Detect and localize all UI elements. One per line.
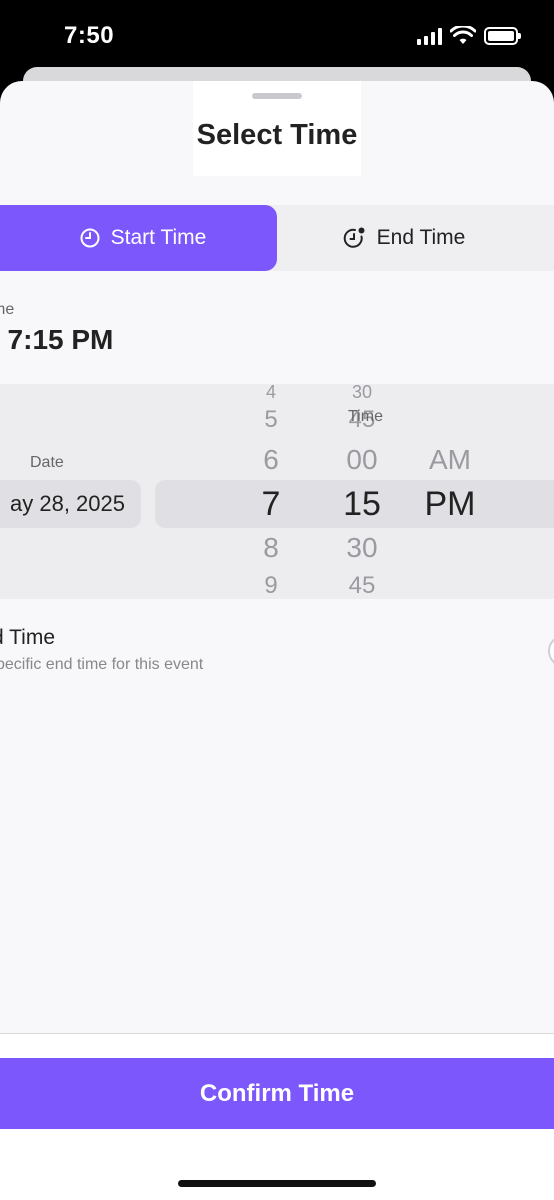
minute-option: 30 — [351, 382, 373, 402]
tab-start-time-label: Start Time — [110, 226, 207, 249]
status-icons — [417, 26, 521, 45]
footer: Confirm Time — [0, 1034, 554, 1200]
tab-bar: Start Time End Time — [0, 205, 554, 271]
tab-end-time-label: End Time — [376, 226, 466, 249]
confirm-time-button[interactable]: Confirm Time — [0, 1058, 554, 1129]
selected-time-label: me — [0, 301, 15, 318]
status-time: 7:50 — [64, 22, 115, 49]
end-time-toggle-title: d Time — [0, 626, 56, 649]
status-bar: 7:50 — [0, 0, 554, 70]
minute-option: 00 — [346, 444, 378, 475]
hour-option-selected: 7 — [261, 485, 281, 523]
minute-option: 45 — [348, 572, 376, 599]
hour-option: 4 — [265, 382, 276, 402]
hour-option: 9 — [264, 572, 278, 599]
minute-option: 30 — [346, 532, 378, 563]
ampm-option-selected: PM — [424, 485, 476, 523]
tab-start-time[interactable]: Start Time — [0, 205, 277, 271]
ampm-wheel[interactable]: AM PM — [410, 384, 490, 599]
hour-option: 8 — [263, 532, 279, 563]
sheet-grabber[interactable] — [252, 93, 302, 99]
clock-badge-icon — [343, 227, 365, 248]
time-picker-sheet: Select Time Start Time End Time me , 7:1… — [0, 81, 554, 1200]
wifi-icon — [450, 26, 476, 44]
end-time-toggle-description: pecific end time for this event — [0, 656, 204, 673]
battery-icon — [484, 26, 521, 45]
date-time-picker: Date ay 28, 2025 4 5 6 7 8 9 30 45 00 15… — [0, 382, 554, 599]
cellular-signal-icon — [417, 27, 442, 45]
hour-option: 6 — [263, 444, 279, 475]
ampm-option: AM — [429, 444, 471, 475]
home-indicator[interactable] — [178, 1180, 376, 1187]
selected-time-value: , 7:15 PM — [0, 324, 114, 355]
hour-wheel[interactable]: 4 5 6 7 8 9 — [241, 382, 301, 599]
minute-option-selected: 15 — [343, 485, 381, 523]
tab-end-time[interactable]: End Time — [277, 205, 554, 271]
time-label: Time — [348, 408, 383, 425]
date-value: ay 28, 2025 — [10, 491, 125, 516]
hour-option: 5 — [264, 406, 278, 433]
clock-icon — [80, 228, 100, 248]
end-time-toggle-switch[interactable] — [548, 635, 554, 667]
page-title: Select Time — [196, 119, 358, 151]
date-label: Date — [30, 454, 64, 471]
date-selector[interactable]: ay 28, 2025 — [0, 480, 141, 528]
